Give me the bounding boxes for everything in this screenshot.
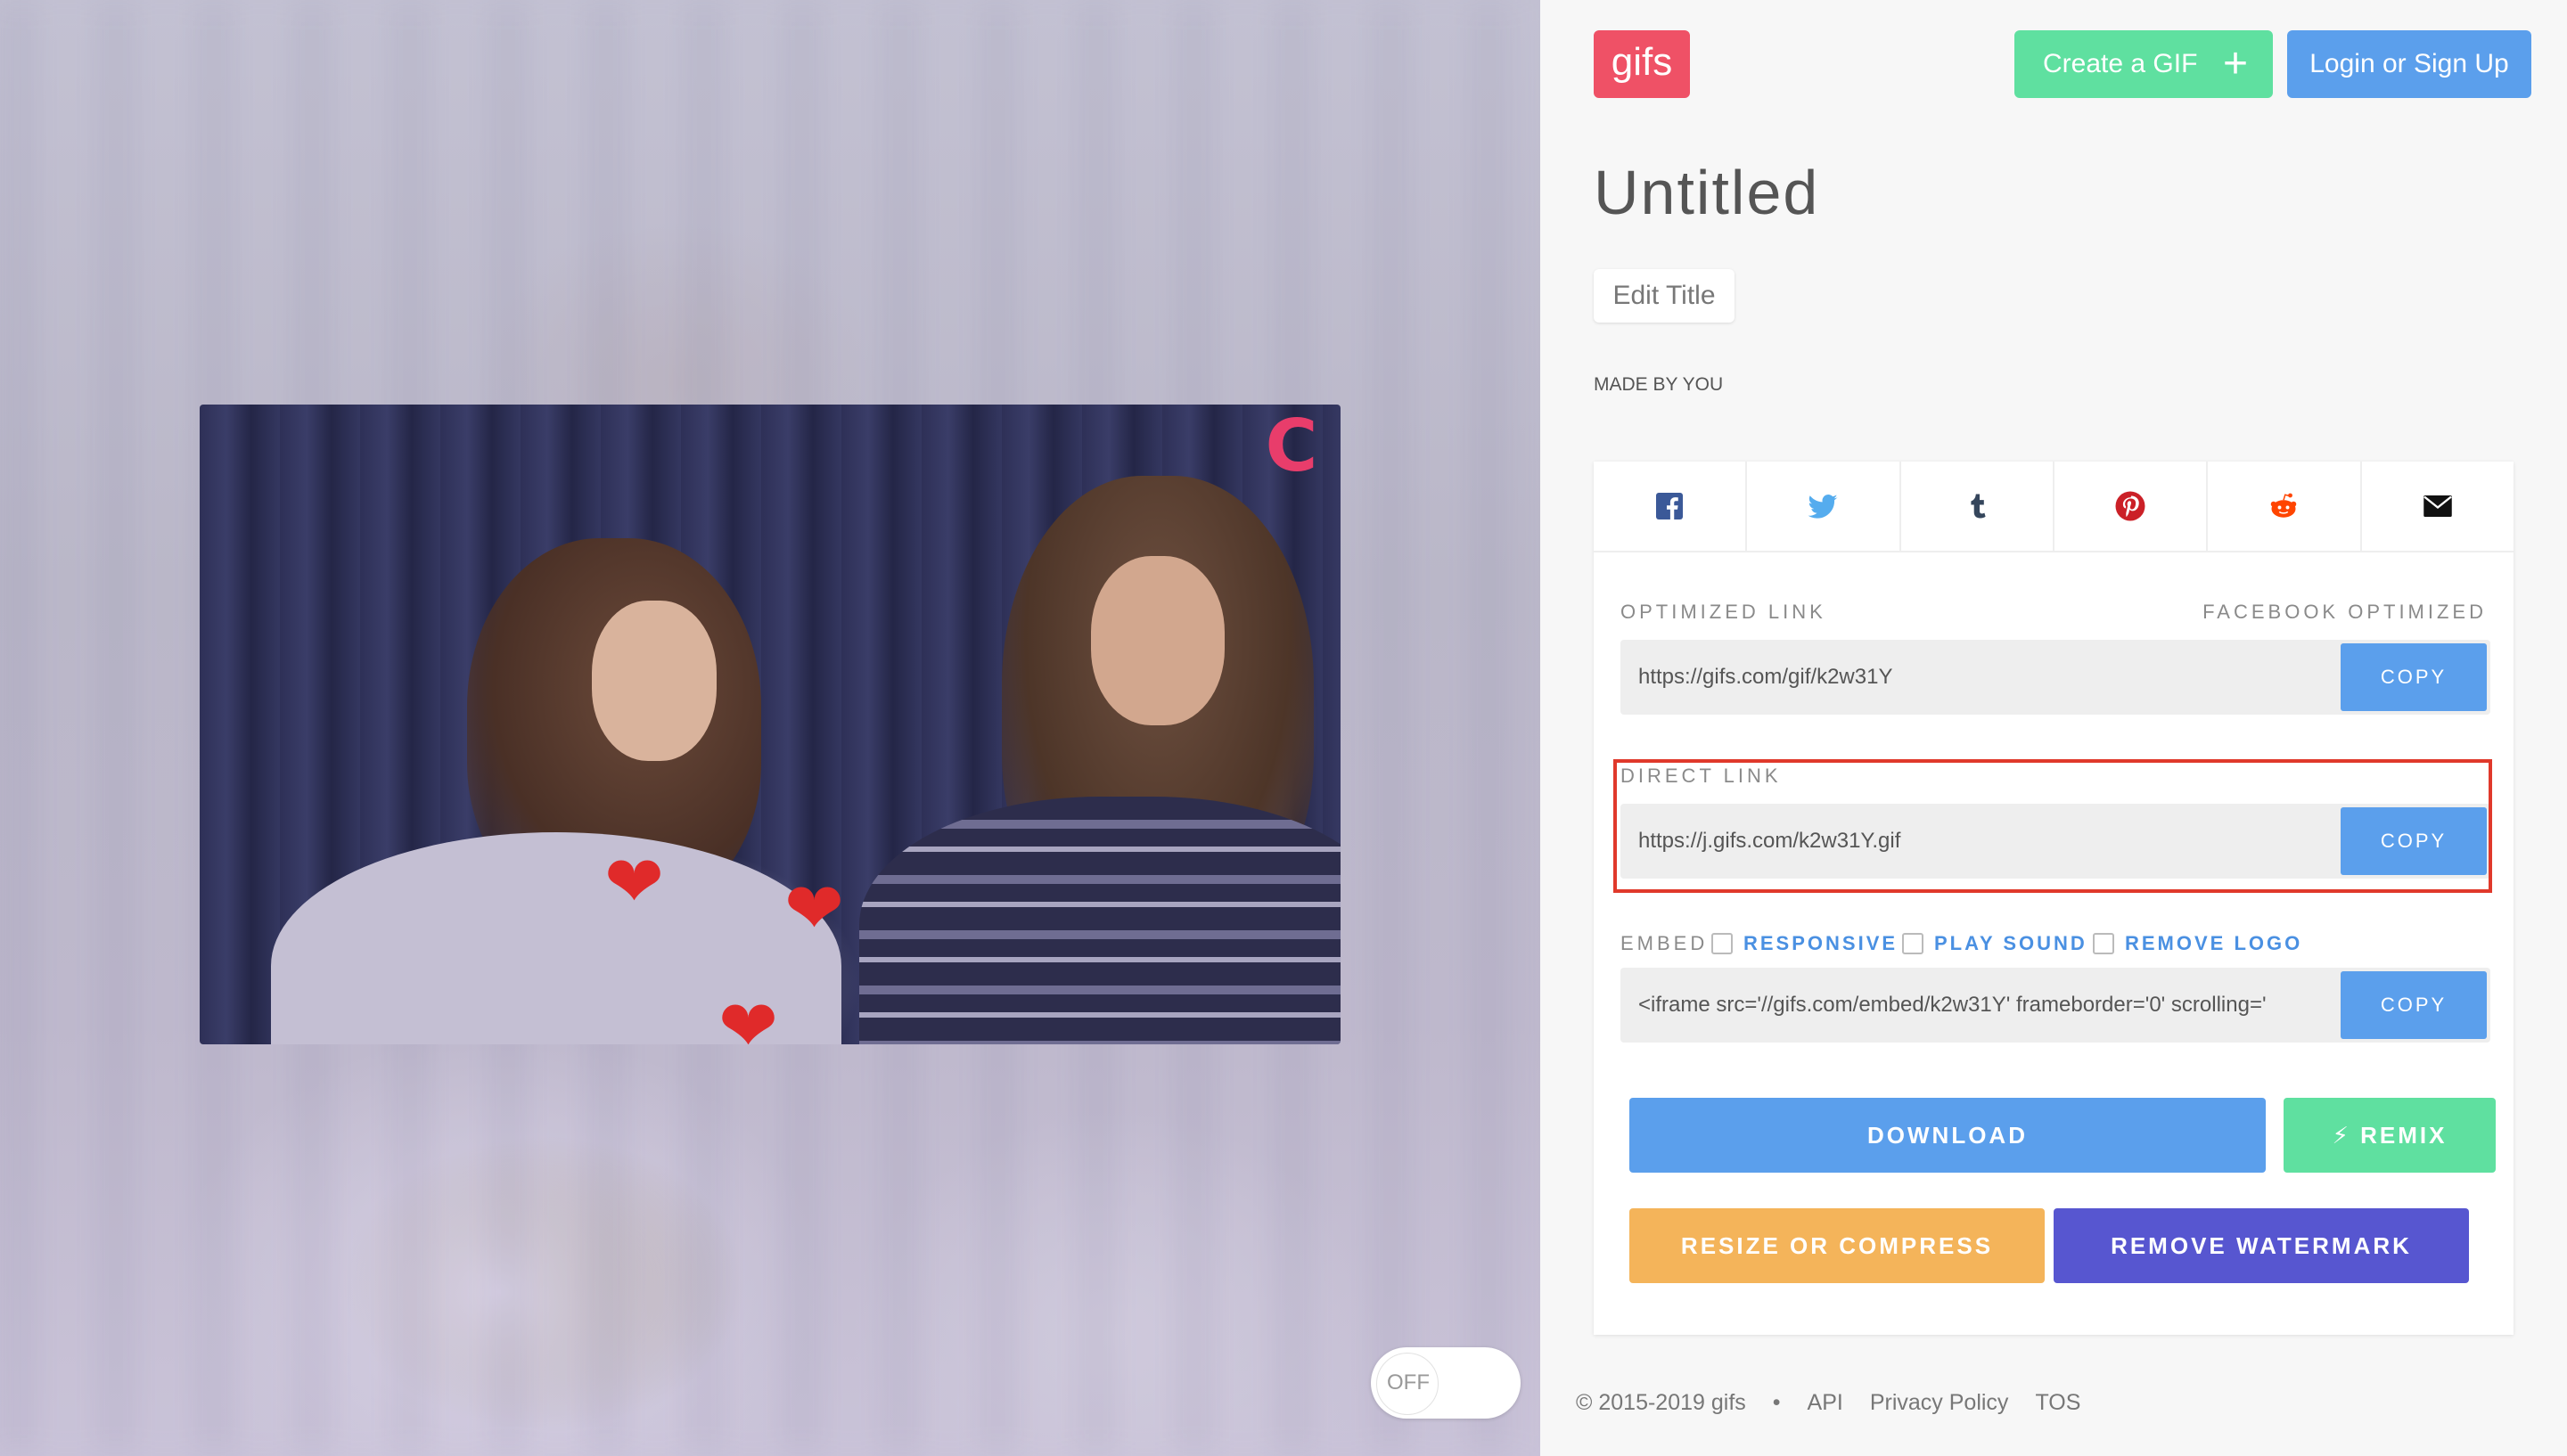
twitter-icon bbox=[1808, 494, 1838, 519]
share-tumblr[interactable] bbox=[1901, 462, 2054, 551]
share-card: OPTIMIZED LINK FACEBOOK OPTIMIZED https:… bbox=[1594, 462, 2514, 1335]
email-icon bbox=[2423, 495, 2452, 517]
checkbox-icon bbox=[2093, 933, 2114, 954]
download-button[interactable]: DOWNLOAD bbox=[1629, 1098, 2266, 1173]
optimized-link-field: https://gifs.com/gif/k2w31Y COPY bbox=[1620, 640, 2490, 715]
heart-icon: ❤ bbox=[604, 842, 665, 921]
share-facebook[interactable] bbox=[1594, 462, 1748, 551]
remix-button[interactable]: ⚡ REMIX bbox=[2284, 1098, 2496, 1173]
create-gif-label: Create a GIF bbox=[2043, 49, 2198, 78]
responsive-label: RESPONSIVE bbox=[1743, 932, 1899, 954]
copy-optimized-button[interactable]: COPY bbox=[2341, 643, 2487, 711]
remove-watermark-button[interactable]: REMOVE WATERMARK bbox=[2054, 1208, 2469, 1283]
gifs-logo[interactable]: gifs bbox=[1594, 30, 1690, 98]
heart-icon: ❤ bbox=[718, 986, 779, 1045]
channel-logo-icon: C bbox=[1265, 405, 1318, 487]
share-pinterest[interactable] bbox=[2054, 462, 2209, 551]
heart-icon: ❤ bbox=[784, 869, 845, 948]
footer-link-privacy[interactable]: Privacy Policy bbox=[1870, 1390, 2009, 1416]
share-bar bbox=[1594, 462, 2514, 552]
embed-label: EMBED bbox=[1620, 932, 1709, 954]
checkbox-icon bbox=[1711, 933, 1733, 954]
responsive-checkbox[interactable]: RESPONSIVE bbox=[1711, 930, 1898, 957]
footer-separator: • bbox=[1772, 1390, 1781, 1415]
create-gif-button[interactable]: Create a GIF + bbox=[2014, 30, 2273, 98]
remove-logo-checkbox[interactable]: REMOVE LOGO bbox=[2093, 930, 2302, 957]
remix-label: REMIX bbox=[2360, 1122, 2448, 1149]
tumblr-icon bbox=[1971, 494, 1986, 519]
person-left-face bbox=[592, 601, 717, 761]
footer-link-api[interactable]: API bbox=[1808, 1390, 1843, 1416]
facebook-optimized-label: FACEBOOK OPTIMIZED bbox=[2202, 601, 2487, 623]
direct-link-highlight bbox=[1613, 759, 2492, 893]
plus-icon: + bbox=[2222, 40, 2248, 87]
optimized-link-label: OPTIMIZED LINK bbox=[1620, 601, 1826, 623]
embed-code-field: <iframe src='//gifs.com/embed/k2w31Y' fr… bbox=[1620, 968, 2490, 1043]
details-panel: gifs Create a GIF + Login or Sign Up Unt… bbox=[1540, 0, 2567, 1456]
copyright-text: © 2015-2019 gifs bbox=[1576, 1390, 1746, 1415]
reddit-icon bbox=[2271, 493, 2297, 518]
gif-preview[interactable]: ❤ ❤ ❤ C bbox=[200, 405, 1341, 1044]
share-email[interactable] bbox=[2362, 462, 2514, 551]
play-sound-label: PLAY SOUND bbox=[1934, 932, 2087, 954]
share-reddit[interactable] bbox=[2208, 462, 2362, 551]
sound-toggle[interactable]: OFF bbox=[1371, 1347, 1521, 1419]
made-by-label: MADE BY YOU bbox=[1594, 374, 1724, 395]
page-title: Untitled bbox=[1594, 158, 1820, 227]
share-twitter[interactable] bbox=[1747, 462, 1901, 551]
pinterest-icon bbox=[2115, 491, 2145, 521]
person-right-body bbox=[859, 797, 1341, 1044]
edit-title-button[interactable]: Edit Title bbox=[1594, 269, 1735, 323]
remove-logo-label: REMOVE LOGO bbox=[2125, 932, 2303, 954]
facebook-icon bbox=[1656, 493, 1684, 519]
embed-code-input[interactable]: <iframe src='//gifs.com/embed/k2w31Y' fr… bbox=[1638, 968, 2333, 1043]
resize-compress-button[interactable]: RESIZE OR COMPRESS bbox=[1629, 1208, 2045, 1283]
copy-embed-button[interactable]: COPY bbox=[2341, 971, 2487, 1039]
person-right-face bbox=[1091, 556, 1225, 725]
footer: © 2015-2019 gifs • API Privacy Policy TO… bbox=[1576, 1390, 2080, 1416]
footer-link-tos[interactable]: TOS bbox=[2035, 1390, 2080, 1416]
play-sound-checkbox[interactable]: PLAY SOUND bbox=[1902, 930, 2087, 957]
optimized-link-input[interactable]: https://gifs.com/gif/k2w31Y bbox=[1638, 640, 2333, 715]
lightning-icon: ⚡ bbox=[2332, 1122, 2351, 1149]
preview-pane: ❤ ❤ ❤ C OFF bbox=[0, 0, 1540, 1456]
checkbox-icon bbox=[1902, 933, 1923, 954]
toggle-label: OFF bbox=[1387, 1370, 1430, 1395]
login-button[interactable]: Login or Sign Up bbox=[2287, 30, 2531, 98]
